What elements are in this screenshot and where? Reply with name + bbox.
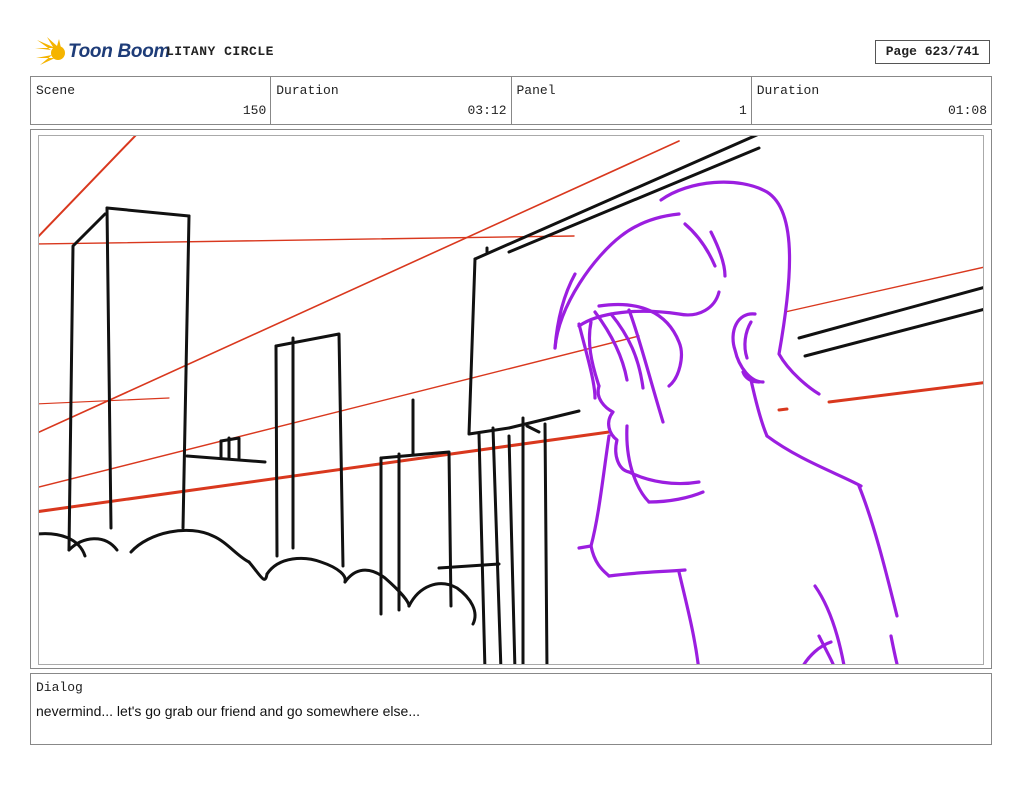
scene-cell: Scene 150 xyxy=(31,77,272,124)
storyboard-panel-image xyxy=(38,135,984,665)
page-indicator: Page 623/741 xyxy=(875,40,990,64)
character-sketch xyxy=(553,180,899,664)
scene-value: 150 xyxy=(242,103,267,118)
scene-duration-cell: Duration 03:12 xyxy=(271,77,512,124)
panel-label: Panel xyxy=(516,83,556,98)
scene-duration-label: Duration xyxy=(276,83,339,98)
scene-label: Scene xyxy=(36,83,76,98)
dialog-text: nevermind... let's go grab our friend an… xyxy=(36,703,420,719)
panel-duration-value: 01:08 xyxy=(947,103,987,118)
storyboard-panel-frame xyxy=(30,129,992,669)
dialog-label: Dialog xyxy=(36,680,83,695)
project-title: LITANY CIRCLE xyxy=(166,44,274,59)
dialog-box: Dialog nevermind... let's go grab our fr… xyxy=(30,673,992,745)
toon-boom-logo: Toon Boom xyxy=(33,36,170,68)
panel-value: 1 xyxy=(738,103,747,118)
sketch-drawing xyxy=(39,136,983,664)
perspective-guides xyxy=(39,136,983,513)
panel-duration-label: Duration xyxy=(756,83,820,98)
logo-text: Toon Boom xyxy=(68,41,171,62)
scene-duration-value: 03:12 xyxy=(467,103,507,118)
star-burst-icon xyxy=(35,37,65,65)
panel-cell: Panel 1 xyxy=(512,77,752,124)
info-row: Scene 150 Duration 03:12 Panel 1 Duratio… xyxy=(30,76,992,125)
panel-duration-cell: Duration 01:08 xyxy=(752,77,991,124)
